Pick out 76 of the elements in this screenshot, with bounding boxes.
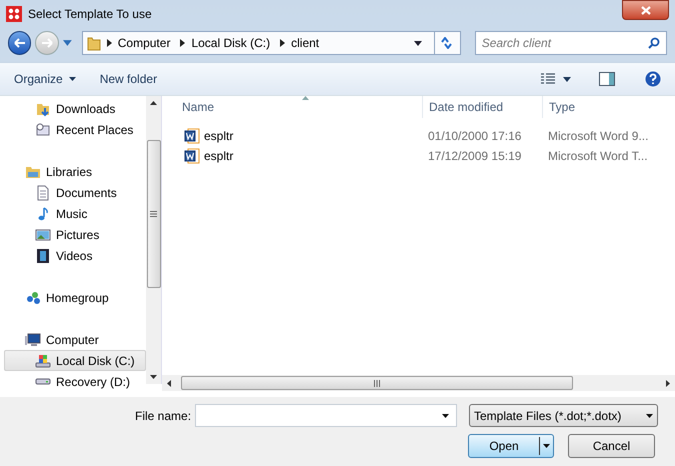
caret-icon <box>442 414 449 418</box>
nav-item[interactable]: Libraries <box>4 161 146 182</box>
search-icon <box>648 37 660 49</box>
nav-item[interactable]: Pictures <box>4 224 146 245</box>
nav-item[interactable]: Homegroup <box>4 287 146 308</box>
recent-icon <box>35 122 51 138</box>
caret-icon[interactable] <box>414 40 422 46</box>
homegroup-icon <box>26 290 40 304</box>
type-cell-text: Microsoft Word 9... <box>547 128 650 145</box>
nav-item[interactable]: Local Disk (C:) <box>4 350 146 371</box>
column-header[interactable]: Date modified <box>422 96 542 118</box>
type-cell-text: Microsoft Word T... <box>547 148 649 165</box>
music-icon <box>37 206 49 220</box>
caret-icon <box>646 414 653 418</box>
column-header[interactable]: Name <box>162 96 422 118</box>
chevron-right-icon <box>280 39 286 47</box>
horizontal-scrollbar[interactable] <box>162 375 675 391</box>
computer-icon <box>25 332 41 348</box>
file-name[interactable]: espltr <box>204 147 234 165</box>
back-button[interactable] <box>8 31 32 55</box>
scrollbar-thumb[interactable] <box>146 140 160 288</box>
pictures-icon <box>35 226 51 242</box>
right-arrow-icon[interactable] <box>666 380 670 386</box>
nav-item[interactable]: Music <box>4 203 146 224</box>
help-icon[interactable] <box>645 71 661 87</box>
left-arrow-icon <box>14 38 26 48</box>
open-button[interactable]: Open <box>468 434 554 458</box>
documents-icon <box>35 184 51 200</box>
date-cell-text: 17/12/2009 15:19 <box>427 148 522 165</box>
vertical-scrollbar[interactable] <box>146 96 162 384</box>
grip-icon <box>150 211 157 217</box>
left-arrow-icon[interactable] <box>167 380 171 386</box>
file-name-field[interactable] <box>195 404 457 427</box>
caret-icon <box>563 76 571 82</box>
up-arrow-icon[interactable] <box>150 101 157 105</box>
nav-item[interactable]: Downloads <box>4 98 146 119</box>
grip-icon <box>374 380 380 386</box>
breadcrumb[interactable]: client <box>291 34 320 52</box>
close-button[interactable] <box>622 0 669 20</box>
drive-icon <box>35 377 51 386</box>
list-view-icon <box>541 73 555 85</box>
file-type-dropdown[interactable]: Template Files (*.dot;*.dotx) <box>469 404 658 427</box>
app-icon <box>6 6 22 22</box>
preview-pane-icon[interactable] <box>599 72 615 86</box>
cancel-button[interactable]: Cancel <box>568 434 655 458</box>
search-field[interactable]: Search client <box>474 31 668 55</box>
chevron-right-icon <box>180 39 186 47</box>
window-title: Select Template To use <box>28 6 153 23</box>
word-document-icon <box>184 148 200 164</box>
down-arrow-icon[interactable] <box>150 375 157 379</box>
refresh-icon <box>440 37 454 49</box>
nav-item[interactable]: Recent Places <box>4 119 146 140</box>
address-bar[interactable]: Computer Local Disk (C:) client <box>82 31 461 55</box>
caret-icon <box>68 77 76 81</box>
new-folder-button[interactable]: New folder <box>100 70 158 88</box>
nav-item[interactable]: Videos <box>4 245 146 266</box>
nav-item[interactable]: Recovery (D:) <box>4 371 146 392</box>
breadcrumb[interactable]: Computer <box>118 34 170 52</box>
organize-button[interactable]: Organize <box>14 70 76 88</box>
column-header[interactable]: Type <box>542 96 675 118</box>
file-name[interactable]: espltr <box>204 127 234 145</box>
close-icon <box>640 6 650 14</box>
folder-icon <box>86 36 101 50</box>
videos-icon <box>35 248 51 264</box>
date-cell-text: 01/10/2000 17:16 <box>427 128 522 145</box>
right-arrow-icon <box>41 38 54 48</box>
nav-item[interactable]: Computer <box>4 329 146 350</box>
scrollbar-thumb[interactable] <box>181 376 573 390</box>
localdisk-icon <box>35 352 51 368</box>
chevron-right-icon <box>106 39 112 47</box>
caret-icon <box>543 444 550 448</box>
field-label: File name: <box>135 408 192 424</box>
nav-item[interactable]: Documents <box>4 182 146 203</box>
view-options-button[interactable] <box>541 73 571 85</box>
breadcrumb[interactable]: Local Disk (C:) <box>191 34 270 52</box>
word-document-icon <box>184 128 200 144</box>
